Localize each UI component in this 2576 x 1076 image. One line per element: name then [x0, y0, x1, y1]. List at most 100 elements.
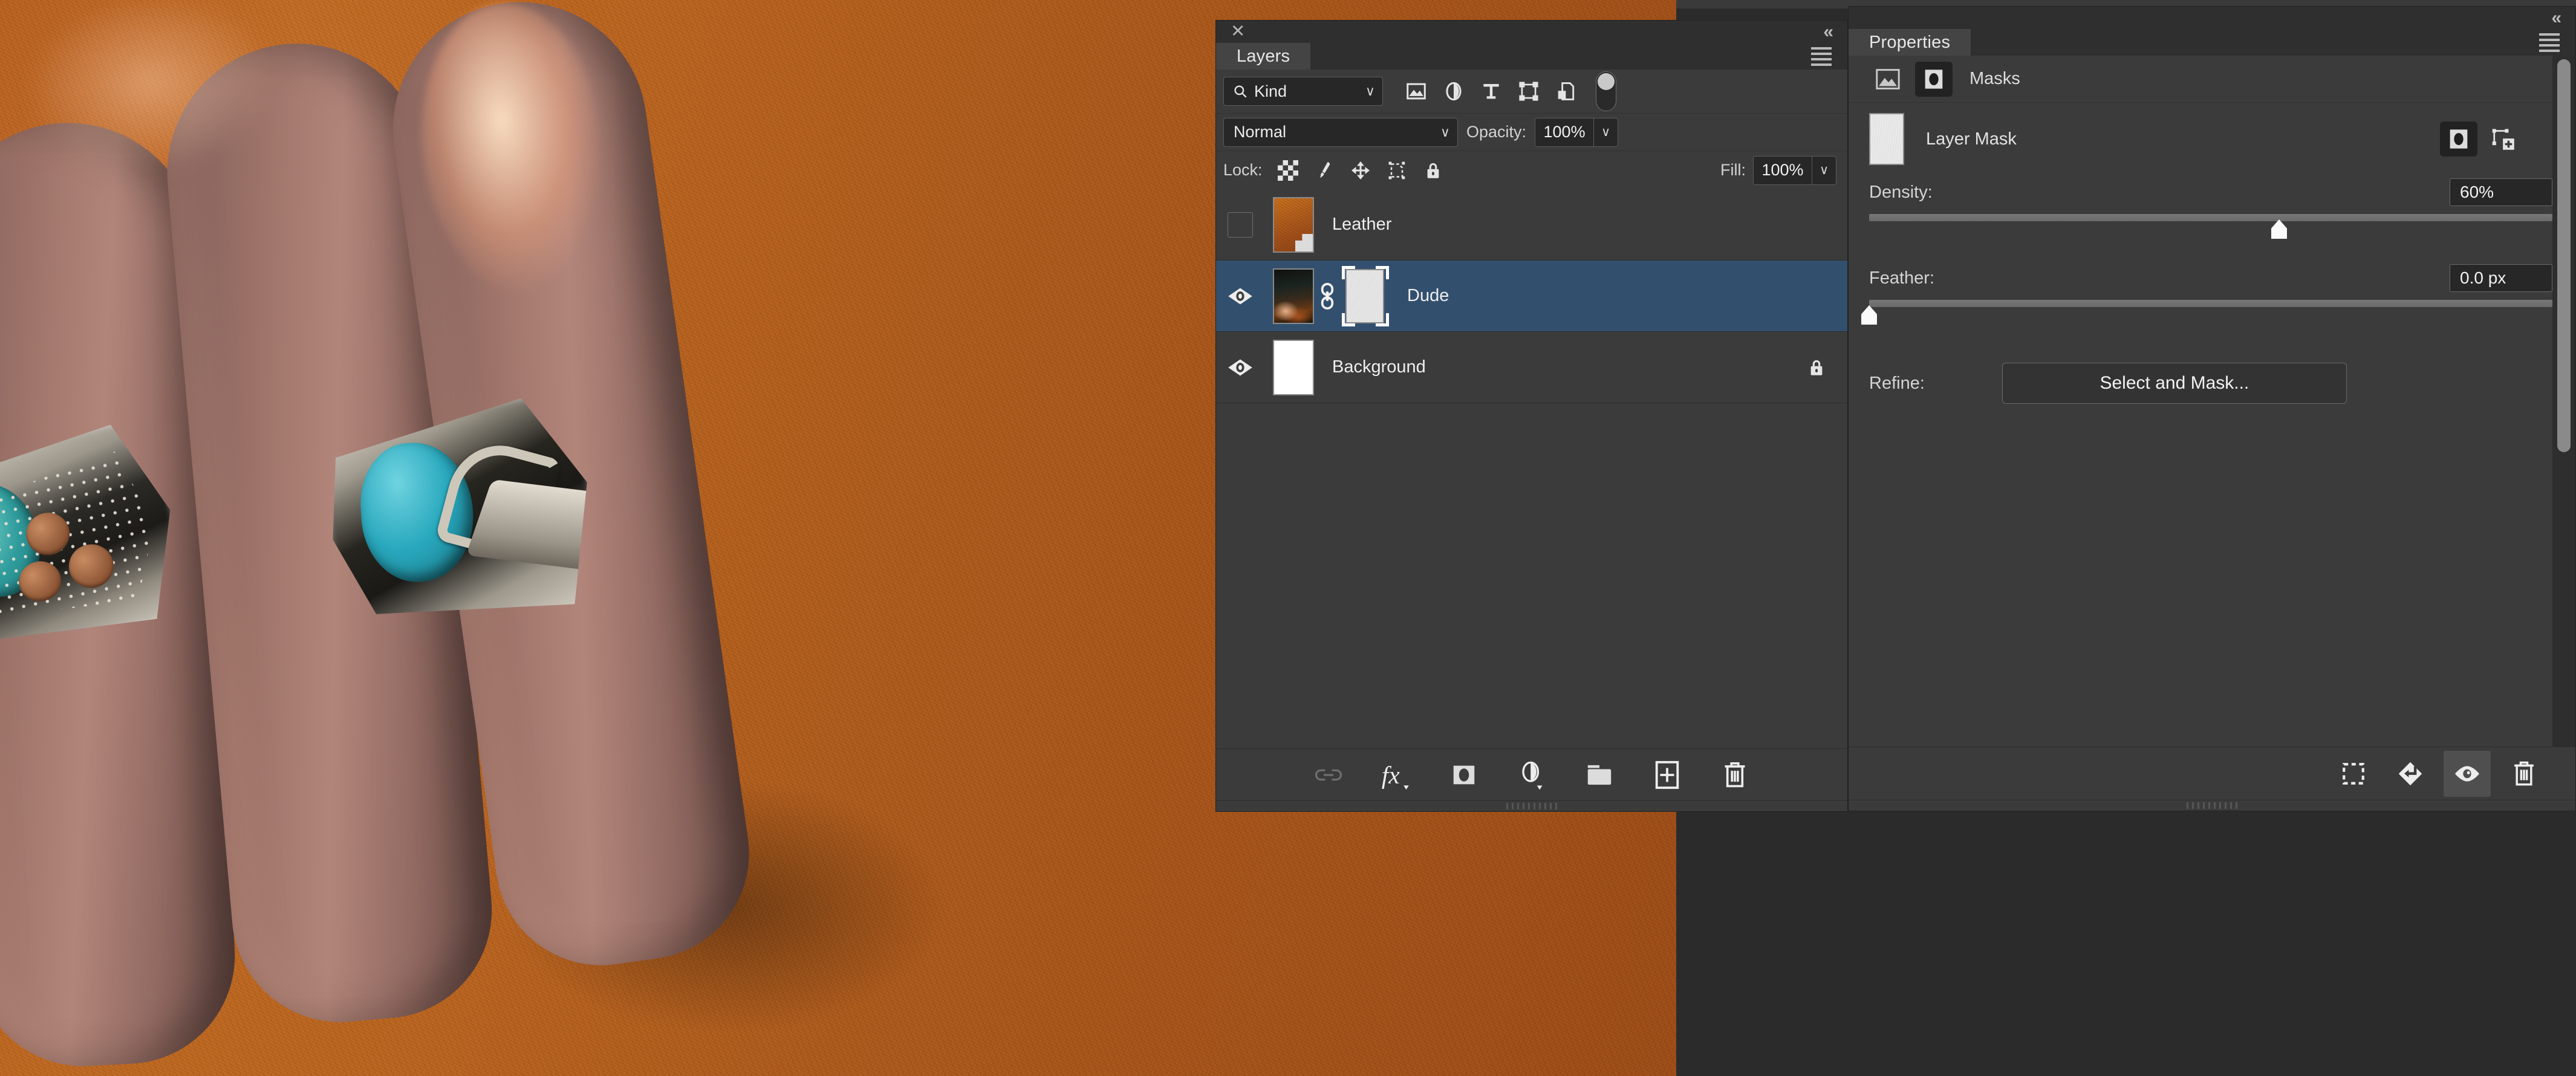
- layers-tabstrip-spacer: [1310, 43, 1847, 70]
- layer-name[interactable]: Background: [1332, 357, 1806, 377]
- pixel-mask-button[interactable]: [2440, 122, 2477, 157]
- filter-icon-group: [1397, 71, 1616, 111]
- layer-thumbnail[interactable]: [1273, 268, 1314, 324]
- table-row[interactable]: Leather: [1216, 189, 1847, 261]
- layer-locked-icon: [1806, 355, 1827, 380]
- chevron-down-icon[interactable]: ∨: [1593, 118, 1618, 146]
- layer-style-fx-button[interactable]: fx: [1379, 757, 1414, 792]
- filter-enable-toggle[interactable]: [1596, 71, 1616, 111]
- blend-mode-value: Normal: [1234, 123, 1287, 141]
- selection-bracket: [1342, 265, 1355, 279]
- table-row[interactable]: Background: [1216, 332, 1847, 403]
- close-icon[interactable]: ✕: [1231, 22, 1247, 41]
- feather-value[interactable]: 0.0 px: [2450, 264, 2552, 292]
- panel-menu-icon[interactable]: [1811, 47, 1832, 66]
- density-value[interactable]: 60%: [2450, 178, 2552, 206]
- mask-type-row: Masks: [1849, 56, 2575, 103]
- filter-shape-icon[interactable]: [1510, 74, 1547, 108]
- panel-resize-grip[interactable]: [1216, 800, 1847, 811]
- fill-field[interactable]: ∨: [1753, 155, 1836, 185]
- lock-transparent-pixels-icon[interactable]: [1271, 155, 1305, 186]
- tab-properties-label: Properties: [1869, 32, 1951, 52]
- filter-kind-select[interactable]: Kind ∨: [1223, 77, 1383, 106]
- properties-mask-icon[interactable]: [1915, 61, 1953, 97]
- properties-scrollbar-thumb[interactable]: [2557, 59, 2571, 452]
- layer-filter-row: Kind ∨: [1216, 70, 1847, 113]
- feather-slider-thumb[interactable]: [1861, 305, 1877, 325]
- fill-label: Fill:: [1720, 161, 1746, 179]
- properties-panel-topbar: «: [1849, 7, 2575, 29]
- delete-mask-button[interactable]: [2500, 751, 2548, 797]
- layer-name[interactable]: Leather: [1332, 215, 1847, 235]
- lock-image-pixels-icon[interactable]: [1307, 155, 1341, 186]
- load-selection-from-mask-button[interactable]: [2330, 751, 2377, 797]
- layers-panel[interactable]: ✕ « Layers Kind ∨ Normal ∨ Opacity: 100%…: [1215, 20, 1848, 812]
- add-layer-mask-button[interactable]: [1446, 757, 1482, 792]
- lock-all-icon[interactable]: [1416, 155, 1450, 186]
- opacity-label: Opacity:: [1466, 123, 1527, 141]
- layer-visibility-toggle[interactable]: [1216, 357, 1264, 378]
- filter-pixel-icon[interactable]: [1397, 74, 1435, 108]
- layer-visibility-toggle[interactable]: [1216, 286, 1264, 306]
- layer-thumbnail[interactable]: [1273, 339, 1314, 395]
- properties-scroll-track[interactable]: [2552, 56, 2575, 747]
- table-row[interactable]: Dude: [1216, 261, 1847, 332]
- properties-tabstrip-spacer: [1971, 29, 2575, 56]
- panel-menu-icon[interactable]: [2539, 33, 2560, 52]
- new-adjustment-layer-button[interactable]: [1514, 757, 1549, 792]
- tab-layers[interactable]: Layers: [1216, 43, 1311, 70]
- layer-mask-preview[interactable]: [1869, 113, 1904, 165]
- fill-input[interactable]: [1754, 156, 1812, 184]
- lock-position-icon[interactable]: [1344, 155, 1377, 186]
- toggle-mask-visibility-button[interactable]: [2444, 750, 2491, 797]
- density-slider-track: [1869, 214, 2552, 221]
- blend-mode-select[interactable]: Normal ∨: [1223, 117, 1458, 147]
- properties-section-title: Masks: [1969, 69, 2020, 88]
- lock-artboard-nesting-icon[interactable]: [1380, 155, 1414, 186]
- tab-layers-label: Layers: [1237, 46, 1290, 66]
- collapse-panel-icon[interactable]: «: [2551, 8, 2561, 27]
- feather-slider[interactable]: [1861, 300, 2552, 331]
- density-slider[interactable]: [1869, 214, 2552, 245]
- chevron-down-icon[interactable]: ∨: [1812, 156, 1836, 184]
- layer-visibility-toggle[interactable]: [1216, 212, 1264, 238]
- feather-block: Feather: 0.0 px: [1849, 261, 2575, 331]
- lock-icon-group: [1271, 155, 1450, 186]
- apply-mask-button[interactable]: [2387, 751, 2434, 797]
- opacity-field[interactable]: ∨: [1535, 117, 1619, 147]
- svg-text:fx: fx: [1382, 760, 1400, 788]
- filter-type-icon[interactable]: [1472, 74, 1510, 108]
- chevron-down-icon: ∨: [1365, 83, 1375, 99]
- eye-icon: [1228, 287, 1252, 305]
- density-label: Density:: [1869, 182, 1933, 202]
- collapse-panel-icon[interactable]: «: [1823, 22, 1833, 41]
- new-group-button[interactable]: [1582, 757, 1617, 792]
- delete-layer-button[interactable]: [1717, 757, 1752, 792]
- new-layer-button[interactable]: [1650, 757, 1685, 792]
- opacity-input[interactable]: [1535, 118, 1594, 146]
- layer-thumbnail-cell: [1264, 339, 1314, 395]
- vector-mask-button[interactable]: [2485, 122, 2522, 157]
- layer-thumbnail[interactable]: [1273, 196, 1314, 253]
- refine-label: Refine:: [1869, 373, 1925, 393]
- mask-kind-buttons: [2440, 122, 2522, 157]
- link-mask-icon[interactable]: [1314, 282, 1341, 310]
- layer-mask-thumbnail[interactable]: [1342, 265, 1389, 326]
- panel-resize-grip[interactable]: [1849, 800, 2575, 811]
- hand-photo: [0, 0, 918, 1076]
- tab-properties[interactable]: Properties: [1849, 29, 1971, 56]
- feather-slider-track: [1869, 300, 2552, 307]
- density-slider-thumb[interactable]: [2271, 219, 2287, 239]
- filter-smart-object-icon[interactable]: [1547, 74, 1585, 108]
- feather-label: Feather:: [1869, 268, 1934, 288]
- link-layers-button[interactable]: [1311, 757, 1346, 792]
- lock-row: Lock: Fill: 100% ∨: [1216, 151, 1847, 189]
- refine-row: Refine: Select and Mask...: [1849, 347, 2575, 420]
- blend-mode-row: Normal ∨ Opacity: ∨: [1216, 113, 1847, 151]
- layer-name[interactable]: Dude: [1407, 286, 1847, 306]
- properties-image-icon[interactable]: [1869, 62, 1907, 97]
- filter-adjustment-icon[interactable]: [1435, 74, 1472, 108]
- selection-bracket: [1342, 313, 1355, 326]
- select-and-mask-button[interactable]: Select and Mask...: [2002, 363, 2347, 404]
- properties-panel[interactable]: « Properties Masks Layer Mask Density: 6…: [1848, 6, 2576, 811]
